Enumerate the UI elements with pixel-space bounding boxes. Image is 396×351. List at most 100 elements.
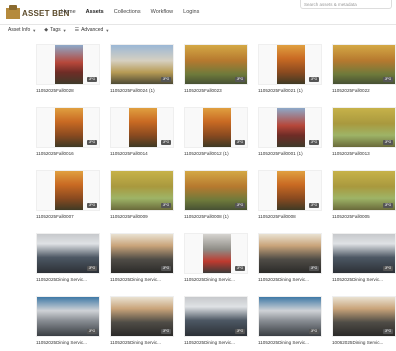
asset-caption[interactable]: 11052025Fall0008 bbox=[258, 214, 322, 219]
asset-thumbnail[interactable]: JPG bbox=[36, 107, 100, 148]
thumbnail-image bbox=[55, 45, 83, 84]
asset-caption[interactable]: 11052025Dining Servic... bbox=[110, 277, 174, 282]
asset-caption[interactable]: 11052025Fall0009 bbox=[110, 214, 174, 219]
asset-thumbnail[interactable]: JPG bbox=[332, 44, 396, 85]
asset-caption[interactable]: 11052025Fall0014 bbox=[110, 151, 174, 156]
asset-thumbnail[interactable]: JPG bbox=[110, 170, 174, 211]
asset-card[interactable]: JPG 11052025Dining Servic... bbox=[36, 233, 100, 288]
asset-thumbnail[interactable]: JPG bbox=[184, 44, 248, 85]
asset-caption[interactable]: 11052025Dining Servic... bbox=[258, 277, 322, 282]
asset-caption[interactable]: 11052025Fall0023 bbox=[184, 88, 248, 93]
asset-caption[interactable]: 11052025Fall0024 (1) bbox=[110, 88, 174, 93]
asset-caption[interactable]: 11052025Dining Servic... bbox=[110, 340, 174, 345]
file-type-badge: JPG bbox=[309, 266, 319, 271]
nav-home[interactable]: Home bbox=[61, 9, 76, 15]
asset-card[interactable]: JPG 11052025Fall0013 bbox=[332, 107, 396, 162]
asset-caption[interactable]: 11052025Fall0007 bbox=[36, 214, 100, 219]
asset-card[interactable]: JPG 11052025Fall0007 bbox=[36, 170, 100, 225]
asset-caption[interactable]: 11052025Dining Servic... bbox=[184, 277, 248, 282]
asset-thumbnail[interactable]: JPG bbox=[36, 170, 100, 211]
asset-card[interactable]: JPG 11052025Dining Servic... bbox=[184, 296, 248, 351]
tag-icon: ◆ bbox=[44, 27, 49, 33]
file-type-badge: JPG bbox=[235, 77, 245, 82]
asset-thumbnail[interactable]: JPG bbox=[110, 107, 174, 148]
asset-thumbnail[interactable]: JPG bbox=[184, 233, 248, 274]
chevron-down-icon: ▼ bbox=[62, 27, 67, 33]
asset-caption[interactable]: 11052025Dining Servic... bbox=[36, 277, 100, 282]
asset-card[interactable]: JPG 11052025Dining Servic... bbox=[110, 296, 174, 351]
asset-thumbnail[interactable]: JPG bbox=[332, 107, 396, 148]
asset-info-filter[interactable]: Asset Info ▼ bbox=[8, 27, 36, 33]
asset-caption[interactable]: 11052025Fall0016 bbox=[36, 151, 100, 156]
file-type-badge: JPG bbox=[383, 140, 393, 145]
file-type-badge: JPG bbox=[383, 203, 393, 208]
asset-card[interactable]: JPG 11052025Fall0009 bbox=[110, 170, 174, 225]
search-input[interactable]: Search assets & metadata bbox=[300, 0, 392, 9]
asset-card[interactable]: JPG 11052025Dining Servic... bbox=[110, 233, 174, 288]
asset-card[interactable]: JPG 11052025Fall0021 (1) bbox=[258, 44, 322, 99]
nav-logins[interactable]: Logins bbox=[183, 9, 199, 15]
asset-card[interactable]: JPG 11052025Fall0024 (1) bbox=[110, 44, 174, 99]
file-type-badge: JPG bbox=[87, 140, 97, 145]
asset-caption[interactable]: 11052025Dining Servic... bbox=[36, 340, 100, 345]
asset-thumbnail[interactable]: JPG bbox=[36, 296, 100, 337]
asset-caption[interactable]: 11052025Fall0028 bbox=[36, 88, 100, 93]
nav-assets[interactable]: Assets bbox=[86, 9, 104, 15]
tags-filter[interactable]: ◆ Tags ▼ bbox=[44, 27, 66, 33]
asset-card[interactable]: JPG 11052025Dining Servic... bbox=[258, 296, 322, 351]
asset-caption[interactable]: 11052025Fall0022 bbox=[332, 88, 396, 93]
file-type-badge: JPG bbox=[161, 140, 171, 145]
asset-card[interactable]: JPG 11052025Fall0005 bbox=[332, 170, 396, 225]
asset-card[interactable]: JPG 11052025Fall0023 bbox=[184, 44, 248, 99]
asset-caption[interactable]: 11052025Fall0021 (1) bbox=[258, 88, 322, 93]
asset-caption[interactable]: 11052025Fall0013 bbox=[332, 151, 396, 156]
asset-thumbnail[interactable]: JPG bbox=[258, 233, 322, 274]
asset-card[interactable]: JPG 11052025Fall0028 bbox=[36, 44, 100, 99]
asset-thumbnail[interactable]: JPG bbox=[258, 44, 322, 85]
asset-caption[interactable]: 11052025Dining Servic... bbox=[332, 277, 396, 282]
file-type-badge: JPG bbox=[87, 329, 97, 334]
file-type-badge: JPG bbox=[383, 77, 393, 82]
asset-caption[interactable]: 10062025Dining Servic... bbox=[332, 340, 396, 345]
asset-caption[interactable]: 11052025Fall0001 (1) bbox=[258, 151, 322, 156]
asset-card[interactable]: JPG 11052025Dining Servic... bbox=[258, 233, 322, 288]
asset-thumbnail[interactable]: JPG bbox=[110, 233, 174, 274]
asset-card[interactable]: JPG 11052025Fall0014 bbox=[110, 107, 174, 162]
asset-card[interactable]: JPG 11052025Dining Servic... bbox=[184, 233, 248, 288]
asset-thumbnail[interactable]: JPG bbox=[332, 170, 396, 211]
asset-card[interactable]: JPG 11052025Fall0008 bbox=[258, 170, 322, 225]
asset-thumbnail[interactable]: JPG bbox=[184, 107, 248, 148]
asset-caption[interactable]: 11052025Fall0008 (1) bbox=[184, 214, 248, 219]
asset-caption[interactable]: 11052025Fall0005 bbox=[332, 214, 396, 219]
nav-collections[interactable]: Collections bbox=[114, 9, 141, 15]
asset-card[interactable]: JPG 11052025Fall0016 bbox=[36, 107, 100, 162]
asset-thumbnail[interactable]: JPG bbox=[258, 107, 322, 148]
advanced-label: Advanced bbox=[81, 27, 104, 33]
asset-card[interactable]: JPG 11052025Dining Servic... bbox=[36, 296, 100, 351]
asset-card[interactable]: JPG 11052025Dining Servic... bbox=[332, 233, 396, 288]
asset-card[interactable]: JPG 11052025Fall0008 (1) bbox=[184, 170, 248, 225]
asset-thumbnail[interactable]: JPG bbox=[36, 233, 100, 274]
asset-thumbnail[interactable]: JPG bbox=[110, 44, 174, 85]
file-type-badge: JPG bbox=[309, 203, 319, 208]
thumbnail-image bbox=[277, 45, 305, 84]
file-type-badge: JPG bbox=[309, 329, 319, 334]
asset-thumbnail[interactable]: JPG bbox=[258, 296, 322, 337]
asset-card[interactable]: JPG 10062025Dining Servic... bbox=[332, 296, 396, 351]
asset-thumbnail[interactable]: JPG bbox=[110, 296, 174, 337]
asset-caption[interactable]: 11052025Fall0012 (1) bbox=[184, 151, 248, 156]
asset-caption[interactable]: 11052025Dining Servic... bbox=[184, 340, 248, 345]
asset-thumbnail[interactable]: JPG bbox=[184, 296, 248, 337]
asset-caption[interactable]: 11052025Dining Servic... bbox=[258, 340, 322, 345]
nav-workflow[interactable]: Workflow bbox=[151, 9, 174, 15]
asset-card[interactable]: JPG 11052025Fall0022 bbox=[332, 44, 396, 99]
asset-card[interactable]: JPG 11052025Fall0012 (1) bbox=[184, 107, 248, 162]
asset-card[interactable]: JPG 11052025Fall0001 (1) bbox=[258, 107, 322, 162]
asset-thumbnail[interactable]: JPG bbox=[184, 170, 248, 211]
asset-thumbnail[interactable]: JPG bbox=[332, 233, 396, 274]
advanced-filter[interactable]: ☰ Advanced ▼ bbox=[75, 27, 110, 33]
file-type-badge: JPG bbox=[383, 329, 393, 334]
asset-thumbnail[interactable]: JPG bbox=[258, 170, 322, 211]
asset-thumbnail[interactable]: JPG bbox=[332, 296, 396, 337]
asset-thumbnail[interactable]: JPG bbox=[36, 44, 100, 85]
